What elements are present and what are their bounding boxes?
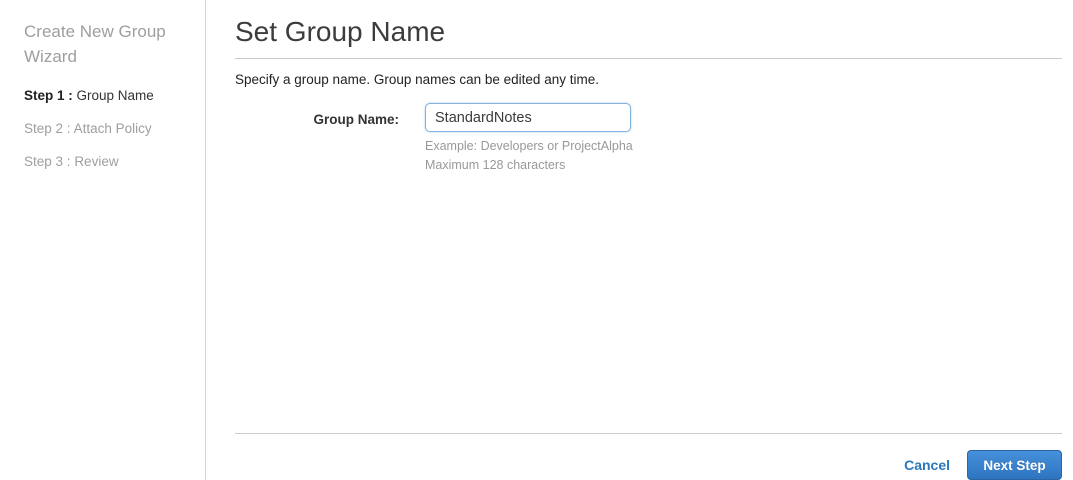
wizard-main-panel: Set Group Name Specify a group name. Gro… — [206, 0, 1073, 480]
page-title: Set Group Name — [235, 16, 1062, 59]
wizard-title: Create New Group Wizard — [24, 22, 166, 66]
hint-example: Example: Developers or ProjectAlpha — [425, 139, 633, 153]
group-name-input[interactable] — [425, 103, 631, 132]
group-name-label: Group Name: — [313, 112, 399, 127]
create-group-wizard-window: Create New Group Wizard Step 1 : Group N… — [0, 0, 1073, 480]
step-number: Step 1 : — [24, 88, 73, 103]
wizard-sidebar: Create New Group Wizard Step 1 : Group N… — [0, 0, 206, 480]
group-name-field-wrap: Example: Developers or ProjectAlpha Maxi… — [425, 103, 633, 175]
step-label: Group Name — [76, 88, 154, 103]
sidebar-step-group-name: Step 1 : Group Name — [24, 88, 185, 103]
page-description: Specify a group name. Group names can be… — [235, 72, 599, 87]
sidebar-step-attach-policy: Step 2 : Attach Policy — [24, 121, 185, 136]
step-number: Step 2 : — [24, 121, 71, 136]
sidebar-step-review: Step 3 : Review — [24, 154, 185, 169]
group-name-hints: Example: Developers or ProjectAlpha Maxi… — [425, 137, 633, 175]
step-label: Review — [74, 154, 119, 169]
step-label: Attach Policy — [73, 121, 152, 136]
next-step-button[interactable]: Next Step — [967, 450, 1062, 480]
cancel-button[interactable]: Cancel — [904, 457, 950, 473]
group-name-form-row: Group Name: Example: Developers or Proje… — [235, 103, 1062, 175]
hint-max-length: Maximum 128 characters — [425, 158, 566, 172]
wizard-footer: Cancel Next Step — [235, 434, 1062, 480]
step-number: Step 3 : — [24, 154, 71, 169]
